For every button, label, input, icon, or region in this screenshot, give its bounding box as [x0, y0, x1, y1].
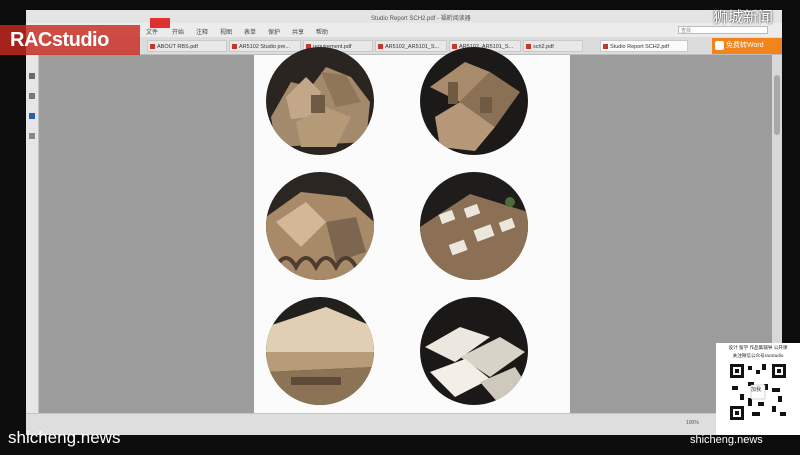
bookmark-icon[interactable] — [29, 93, 35, 99]
promo-line-2: 关注微信公众号racstudio — [732, 353, 784, 358]
menu-form[interactable]: 表单 — [244, 27, 256, 36]
tab-about-rbs[interactable]: ABOUT RBS.pdf — [147, 40, 227, 52]
menu-help[interactable]: 帮助 — [316, 27, 328, 36]
mini-logo — [150, 18, 170, 28]
tab-studio-report-sch2[interactable]: Studio Report SCH2.pdf — [600, 40, 688, 52]
search-input[interactable]: 查找 — [678, 26, 768, 34]
pdf-page — [254, 47, 570, 435]
watermark-bottom-right: shicheng.news — [690, 434, 763, 446]
attachments-icon[interactable] — [29, 133, 35, 139]
watermark-top-right: 狮城新闻 — [713, 9, 774, 26]
model-photo-4 — [420, 172, 528, 280]
pdf-icon — [378, 44, 383, 49]
qr-center-label: 加我 — [751, 387, 762, 393]
promo-line-1: 设计 留学 作品集辅导 公开课 — [728, 345, 788, 350]
scrollbar-thumb[interactable] — [774, 75, 780, 135]
model-photo-3 — [266, 172, 374, 280]
left-sidebar — [26, 55, 39, 435]
promo-qr-card: 设计 留学 作品集辅导 公开课 关注微信公众号racstudio 加我 — [716, 343, 800, 435]
menu-comment[interactable]: 注释 — [196, 27, 208, 36]
menu-home[interactable]: 开始 — [172, 27, 184, 36]
tab-ar5102-a[interactable]: AR5102_AR5101_S... — [375, 40, 447, 52]
pdf-icon — [603, 44, 608, 49]
menu-protect[interactable]: 保护 — [268, 27, 280, 36]
menu-share[interactable]: 共享 — [292, 27, 304, 36]
title-bar: Studio Report SCH2.pdf - 福昕阅读器 — [26, 10, 782, 23]
word-icon — [715, 41, 724, 50]
pdf-reader-window: Studio Report SCH2.pdf - 福昕阅读器 文件 开始 注释 … — [26, 10, 782, 435]
tab-ar5102-studio[interactable]: AR5102 Studio pre... — [229, 40, 301, 52]
racstudio-logo: RACstudio — [0, 25, 140, 55]
convert-to-word-button[interactable]: 免费转Word — [712, 38, 782, 54]
pdf-icon — [526, 44, 531, 49]
pdf-icon — [150, 44, 155, 49]
zoom-level[interactable]: 100% — [686, 420, 699, 426]
status-bar: 100% — [26, 413, 782, 435]
pdf-icon — [232, 44, 237, 49]
thumbnails-icon[interactable] — [29, 113, 35, 119]
model-photo-2 — [420, 47, 528, 155]
model-photo-6 — [420, 297, 528, 405]
tab-sch2[interactable]: sch2.pdf — [523, 40, 583, 52]
model-photo-5 — [266, 297, 374, 405]
hand-tool-icon[interactable] — [29, 73, 35, 79]
menu-file[interactable]: 文件 — [146, 27, 158, 36]
window-title: Studio Report SCH2.pdf - 福昕阅读器 — [371, 16, 471, 22]
pdf-icon — [452, 44, 457, 49]
model-photo-1 — [266, 47, 374, 155]
menu-view[interactable]: 视图 — [220, 27, 232, 36]
watermark-bottom-left: shicheng.news — [8, 428, 121, 447]
